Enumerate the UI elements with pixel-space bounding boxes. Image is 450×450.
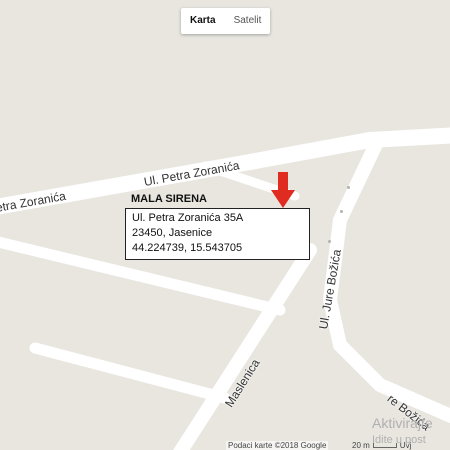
map-canvas[interactable]: Karta Satelit etra Zoranića Ul. Petra Zo…	[0, 0, 450, 450]
map-dot	[328, 240, 331, 243]
location-marker-icon[interactable]	[271, 172, 295, 208]
road-small-right	[341, 186, 354, 219]
road-west-2	[29, 342, 231, 404]
poi-info-box: Ul. Petra Zoranića 35A 23450, Jasenice 4…	[125, 208, 310, 260]
scale-label: 20 m	[352, 441, 370, 450]
map-dot	[347, 186, 350, 189]
watermark-line2: Idite u post	[372, 434, 426, 446]
poi-address-line2: 23450, Jasenice	[132, 227, 213, 239]
activation-watermark: Aktivirajte Idite u post	[372, 415, 433, 449]
marker-arrow-shape	[271, 172, 295, 208]
map-dot	[340, 210, 343, 213]
map-type-satellite-button[interactable]: Satelit	[225, 8, 271, 34]
map-attribution: Podaci karte ©2018 Google	[226, 441, 329, 450]
poi-coordinates: 44.224739, 15.543705	[132, 242, 243, 254]
map-type-control: Karta Satelit	[181, 8, 271, 34]
road-maslenica	[173, 243, 317, 450]
poi-address-line1: Ul. Petra Zoranića 35A	[132, 212, 244, 224]
poi-title: MALA SIRENA	[131, 193, 207, 205]
map-type-map-button[interactable]: Karta	[181, 8, 225, 34]
road-jure-bozica	[322, 133, 450, 424]
watermark-line1: Aktivirajte	[372, 415, 433, 431]
